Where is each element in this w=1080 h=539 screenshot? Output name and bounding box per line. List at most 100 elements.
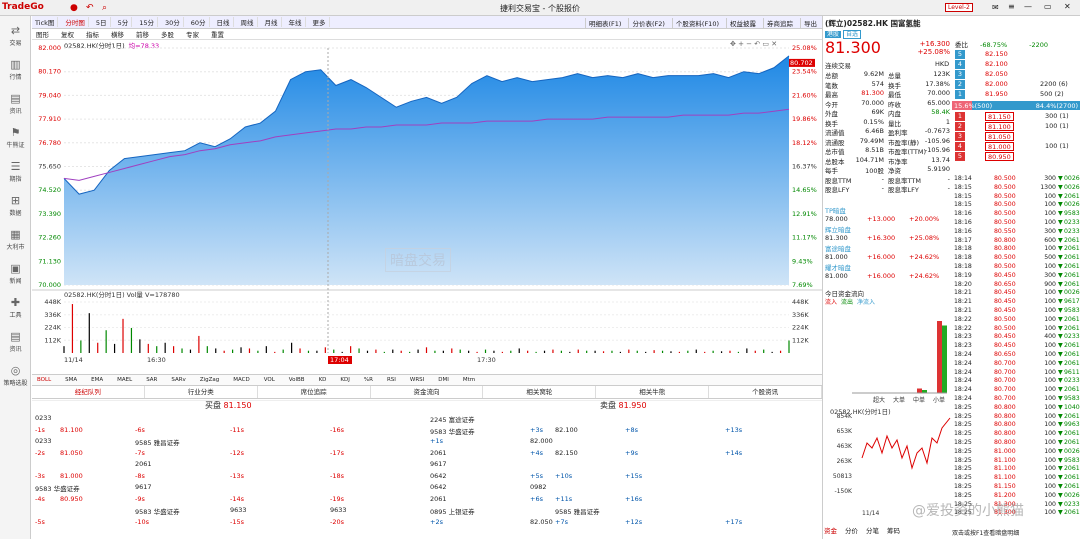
tab-6[interactable]: 60分: [188, 17, 210, 27]
tab-0[interactable]: Tick图: [32, 17, 59, 27]
indicator-11[interactable]: KDJ: [335, 377, 354, 383]
quote-field: 量比: [888, 119, 901, 128]
nav-item-2[interactable]: ▤ 资讯: [0, 92, 31, 115]
tab-10[interactable]: 年线: [286, 17, 306, 27]
tick-time: 18:25: [954, 439, 972, 446]
tick-price: 80.800: [994, 421, 1016, 429]
tick-arrow-icon: ▼: [1058, 491, 1063, 499]
bottom-tab-1[interactable]: 分价: [843, 525, 860, 535]
bottom-tab-2[interactable]: 分笔: [864, 525, 881, 535]
tick-time: 18:18: [954, 263, 972, 270]
change-percent: +25.08%: [917, 48, 950, 56]
order-tab-6[interactable]: 个股资讯: [709, 386, 823, 398]
toolbar-item-3[interactable]: 横移: [107, 29, 128, 39]
indicator-2[interactable]: EMA: [86, 377, 108, 383]
nav-item-8[interactable]: ✚ 工具: [0, 296, 31, 319]
indicator-7[interactable]: MACD: [228, 377, 255, 383]
bid-row: -5s -10s -15s -20s: [35, 518, 415, 527]
indicator-12[interactable]: %R: [359, 377, 378, 383]
bid-cell: 81.000: [60, 471, 83, 480]
main-chart[interactable]: 82.000 25.08% 80.170 23.54% 79.040 21.60% 77.9…: [32, 40, 822, 374]
bid-cell: -1s: [35, 425, 45, 434]
nav-item-3[interactable]: ⚑ 牛熊证: [0, 126, 31, 149]
level-badge[interactable]: Level-2: [945, 3, 973, 12]
nav-icon: ▣: [10, 262, 21, 275]
right-tab-1[interactable]: 分价表(F2): [628, 17, 667, 28]
tick-broker: 9963: [1064, 421, 1080, 429]
order-tab-0[interactable]: 经纪队列: [32, 386, 145, 398]
order-tab-1[interactable]: 行业分类: [145, 386, 258, 398]
nav-item-5[interactable]: ⊞ 数据: [0, 194, 31, 217]
toolbar-item-5[interactable]: 多股: [157, 29, 178, 39]
toolbar-item-1[interactable]: 复权: [57, 29, 78, 39]
bid-price: 81.150: [223, 401, 252, 410]
menu-icon[interactable]: ≡: [1008, 2, 1015, 11]
indicator-8[interactable]: VOL: [259, 377, 280, 383]
order-tab-3[interactable]: 资金流向: [371, 386, 484, 398]
order-tab-2[interactable]: 席位追踪: [258, 386, 371, 398]
tick-broker: 1040: [1064, 403, 1080, 411]
tick-broker: 9583: [1064, 210, 1080, 218]
order-tab-5[interactable]: 相关牛熊: [596, 386, 710, 398]
right-tab-3[interactable]: 权益披露: [726, 17, 759, 28]
indicator-9[interactable]: VolBB: [284, 377, 310, 383]
ask-cell: 2245 富途证券: [430, 416, 475, 424]
order-tab-4[interactable]: 相关窝轮: [483, 386, 597, 398]
tab-8[interactable]: 周线: [238, 17, 258, 27]
indicator-15[interactable]: DMI: [433, 377, 454, 383]
ask-cell: +3s: [530, 425, 543, 434]
indicator-0[interactable]: BOLL: [32, 377, 56, 383]
quote-field: 今开: [825, 100, 838, 109]
mail-icon[interactable]: ✉: [992, 3, 999, 12]
indicator-10[interactable]: KD: [314, 377, 332, 383]
indicator-14[interactable]: WRSI: [405, 377, 429, 383]
toolbar-item-7[interactable]: 重置: [207, 29, 228, 39]
nav-item-0[interactable]: ⇄ 交易: [0, 24, 31, 47]
right-tab-0[interactable]: 明细表(F1): [585, 17, 624, 28]
tab-3[interactable]: 5分: [115, 17, 133, 27]
nav-item-10[interactable]: ◎ 策略选股: [0, 364, 31, 387]
indicator-3[interactable]: MAEL: [112, 377, 137, 383]
minimize-icon[interactable]: —: [1024, 2, 1032, 11]
indicator-6[interactable]: ZigZag: [195, 377, 224, 383]
tab-9[interactable]: 月线: [262, 17, 282, 27]
right-tab-5[interactable]: 导出: [800, 17, 820, 28]
bid-cell: -16s: [330, 425, 345, 434]
nav-item-4[interactable]: ☰ 期指: [0, 160, 31, 183]
indicator-16[interactable]: Mtm: [458, 377, 480, 383]
right-tab-4[interactable]: 券商追踪: [763, 17, 796, 28]
close-icon[interactable]: ✕: [1064, 2, 1071, 11]
ask-row: 9617: [430, 460, 810, 469]
indicator-13[interactable]: RSI: [382, 377, 401, 383]
indicator-1[interactable]: SMA: [60, 377, 82, 383]
y-left-tick: 77.910: [38, 115, 61, 123]
tab-11[interactable]: 更多: [310, 17, 330, 27]
tick-arrow-icon: ▼: [1058, 271, 1063, 279]
toolbar-item-4[interactable]: 前移: [132, 29, 153, 39]
indicator-5[interactable]: SARv: [166, 377, 190, 383]
tick-broker: 2061: [1064, 192, 1080, 200]
vol-y-tick-right: 224K: [792, 324, 809, 332]
bottom-tab-0[interactable]: 资金: [822, 525, 839, 535]
maximize-icon[interactable]: ▭: [1044, 2, 1052, 11]
nav-item-6[interactable]: ▦ 大利市: [0, 228, 31, 251]
tab-4[interactable]: 15分: [136, 17, 158, 27]
indicator-4[interactable]: SAR: [141, 377, 162, 383]
tick-price: 80.500: [994, 315, 1016, 323]
nav-item-9[interactable]: ▤ 资讯: [0, 330, 31, 353]
toolbar-item-2[interactable]: 指标: [82, 29, 103, 39]
tab-1[interactable]: 分时图: [62, 17, 89, 27]
tab-5[interactable]: 30分: [162, 17, 184, 27]
toolbar-item-6[interactable]: 专家: [182, 29, 203, 39]
nav-item-7[interactable]: ▣ 新闻: [0, 262, 31, 285]
nav-item-1[interactable]: ▥ 行情: [0, 58, 31, 81]
tick-price: 80.500: [994, 183, 1016, 191]
dark-cell: +24.62%: [909, 271, 940, 280]
right-tab-2[interactable]: 个股资料(F10): [671, 17, 722, 28]
toolbar-item-0[interactable]: 图形: [32, 29, 53, 39]
tab-2[interactable]: 5日: [93, 17, 111, 27]
bottom-tab-3[interactable]: 筹码: [885, 525, 902, 535]
last-price: 81.300: [825, 38, 881, 57]
tick-time: 18:24: [954, 386, 972, 394]
tab-7[interactable]: 日线: [214, 17, 234, 27]
